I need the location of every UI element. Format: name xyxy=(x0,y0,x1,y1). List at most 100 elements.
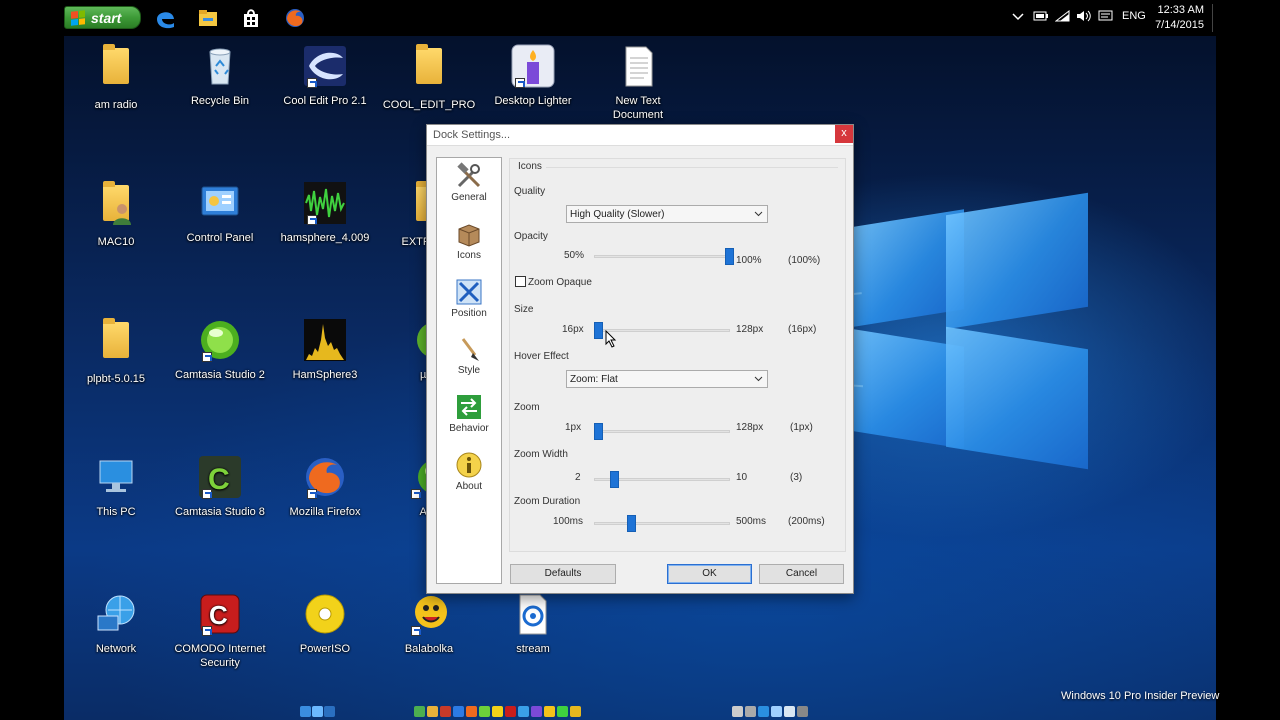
behavior-icon xyxy=(455,393,483,421)
desktop-icon-stream[interactable]: stream xyxy=(485,592,581,656)
zoom-duration-label: Zoom Duration xyxy=(514,496,581,507)
zoom-duration-track xyxy=(594,522,730,525)
edge-icon[interactable] xyxy=(153,6,177,30)
input-language[interactable]: ENG xyxy=(1122,10,1146,22)
desktop-icon-network[interactable]: Network xyxy=(68,592,164,656)
size-min: 16px xyxy=(562,324,584,335)
dock-item-icon[interactable] xyxy=(797,706,808,717)
volume-icon[interactable] xyxy=(1076,10,1092,25)
wifi-icon[interactable] xyxy=(1054,9,1071,25)
desktop-icon-cool-edit-pro-folder[interactable]: COOL_EDIT_PRO xyxy=(381,44,477,112)
desktop-icon-recycle-bin[interactable]: Recycle Bin xyxy=(172,44,268,108)
zoom-width-slider[interactable] xyxy=(610,471,620,488)
desktop-icon-mac10[interactable]: MAC10 xyxy=(68,181,164,249)
desktop-icon-plpbt[interactable]: plpbt-5.0.15 xyxy=(68,318,164,386)
chevron-down-icon xyxy=(754,376,763,382)
dock-item-icon[interactable] xyxy=(312,706,323,717)
file-explorer-icon[interactable] xyxy=(196,6,220,30)
user-folder-icon xyxy=(94,181,138,229)
opacity-slider[interactable] xyxy=(725,248,734,265)
nav-item-position[interactable]: Position xyxy=(437,278,501,319)
dock-item-icon[interactable] xyxy=(300,706,311,717)
desktop-icon-cool-edit-pro[interactable]: Cool Edit Pro 2.1 xyxy=(277,44,373,108)
desktop-icon-label: This PC xyxy=(96,506,136,518)
dock-item-icon[interactable] xyxy=(544,706,555,717)
dock-item-icon[interactable] xyxy=(518,706,529,717)
nav-item-general[interactable]: General xyxy=(437,162,501,203)
dock-item-icon[interactable] xyxy=(453,706,464,717)
desktop-icon-mozilla-firefox[interactable]: Mozilla Firefox xyxy=(277,455,373,519)
nav-item-about[interactable]: About xyxy=(437,451,501,492)
desktop-icon-comodo[interactable]: C COMODO Internet Security xyxy=(172,592,268,670)
folder-icon xyxy=(94,318,138,366)
desktop-icon-camtasia-studio-2[interactable]: Camtasia Studio 2 xyxy=(172,318,268,382)
chevron-up-icon[interactable] xyxy=(1012,10,1024,25)
firefox-icon[interactable] xyxy=(283,6,307,30)
recycle-bin-icon xyxy=(198,44,242,88)
dock-item-icon[interactable] xyxy=(505,706,516,717)
text-document-icon xyxy=(616,44,660,88)
opacity-track xyxy=(594,255,730,258)
zoom-opaque-label: Zoom Opaque xyxy=(528,277,592,288)
desktop-icon-hamsphere-4009[interactable]: hamsphere_4.009 xyxy=(277,181,373,245)
desktop-icon-am-radio[interactable]: am radio xyxy=(68,44,164,112)
opacity-label: Opacity xyxy=(514,231,548,242)
battery-icon[interactable] xyxy=(1033,10,1049,25)
dock-item-icon[interactable] xyxy=(758,706,769,717)
this-pc-icon xyxy=(94,455,138,499)
nav-item-icons[interactable]: Icons xyxy=(437,220,501,261)
dock-item-icon[interactable] xyxy=(466,706,477,717)
dock-item-icon[interactable] xyxy=(427,706,438,717)
dock-item-icon[interactable] xyxy=(324,706,335,717)
dock-item-icon[interactable] xyxy=(557,706,568,717)
dock-item-icon[interactable] xyxy=(440,706,451,717)
desktop-icon-poweriso[interactable]: PowerISO xyxy=(277,592,373,656)
desktop-icon-label: Camtasia Studio 8 xyxy=(175,506,265,518)
cancel-button[interactable]: Cancel xyxy=(759,564,844,584)
desktop-icon-new-text-document[interactable]: New Text Document xyxy=(590,44,686,122)
hover-effect-dropdown[interactable]: Zoom: Flat xyxy=(566,370,768,388)
opacity-max: 100% xyxy=(736,255,762,266)
dock-item-icon[interactable] xyxy=(414,706,425,717)
dock-item-icon[interactable] xyxy=(570,706,581,717)
balabolka-icon xyxy=(407,592,451,636)
defaults-button[interactable]: Defaults xyxy=(510,564,616,584)
nav-item-behavior[interactable]: Behavior xyxy=(437,393,501,434)
dock-item-icon[interactable] xyxy=(745,706,756,717)
start-button[interactable]: start xyxy=(64,6,141,29)
desktop-icon-label: Desktop Lighter xyxy=(494,95,572,107)
dock-item-icon[interactable] xyxy=(531,706,542,717)
dock-item-icon[interactable] xyxy=(479,706,490,717)
desktop-icon-label: HamSphere3 xyxy=(292,369,358,381)
size-slider[interactable] xyxy=(594,322,603,339)
desktop-icon-label: Network xyxy=(95,643,137,655)
dock-item-icon[interactable] xyxy=(732,706,743,717)
zoom-slider[interactable] xyxy=(594,423,603,440)
clock-date: 7/14/2015 xyxy=(1155,19,1204,31)
store-icon[interactable] xyxy=(239,6,263,30)
quality-dropdown[interactable]: High Quality (Slower) xyxy=(566,205,768,223)
zoom-opaque-checkbox[interactable] xyxy=(515,276,526,287)
desktop-icon-balabolka[interactable]: Balabolka xyxy=(381,592,477,656)
action-center-icon[interactable] xyxy=(1098,10,1114,25)
dock-item-icon[interactable] xyxy=(771,706,782,717)
letterbox-left xyxy=(0,36,64,720)
cool-edit-icon xyxy=(303,44,347,88)
dock-item-icon[interactable] xyxy=(492,706,503,717)
dialog-titlebar[interactable]: Dock Settings... x xyxy=(427,125,853,146)
zoom-duration-slider[interactable] xyxy=(626,515,636,532)
desktop-icon-control-panel[interactable]: Control Panel xyxy=(172,181,268,245)
close-button[interactable]: x xyxy=(835,125,853,143)
nav-item-style[interactable]: Style xyxy=(437,335,501,376)
box-icon xyxy=(455,220,483,248)
desktop-icon-hamsphere3[interactable]: HamSphere3 xyxy=(277,318,373,382)
desktop-icon-camtasia-studio-8[interactable]: C Camtasia Studio 8 xyxy=(172,455,268,519)
desktop-icon-desktop-lighter[interactable]: Desktop Lighter xyxy=(485,44,581,108)
ok-button[interactable]: OK xyxy=(667,564,752,584)
clock[interactable]: 12:33 AM 7/14/2015 xyxy=(1155,3,1204,33)
spectrum-icon xyxy=(303,318,347,362)
zoom-label: Zoom xyxy=(514,402,540,413)
dock-item-icon[interactable] xyxy=(784,706,795,717)
desktop-icon-this-pc[interactable]: This PC xyxy=(68,455,164,519)
dialog-title: Dock Settings... xyxy=(433,129,511,141)
